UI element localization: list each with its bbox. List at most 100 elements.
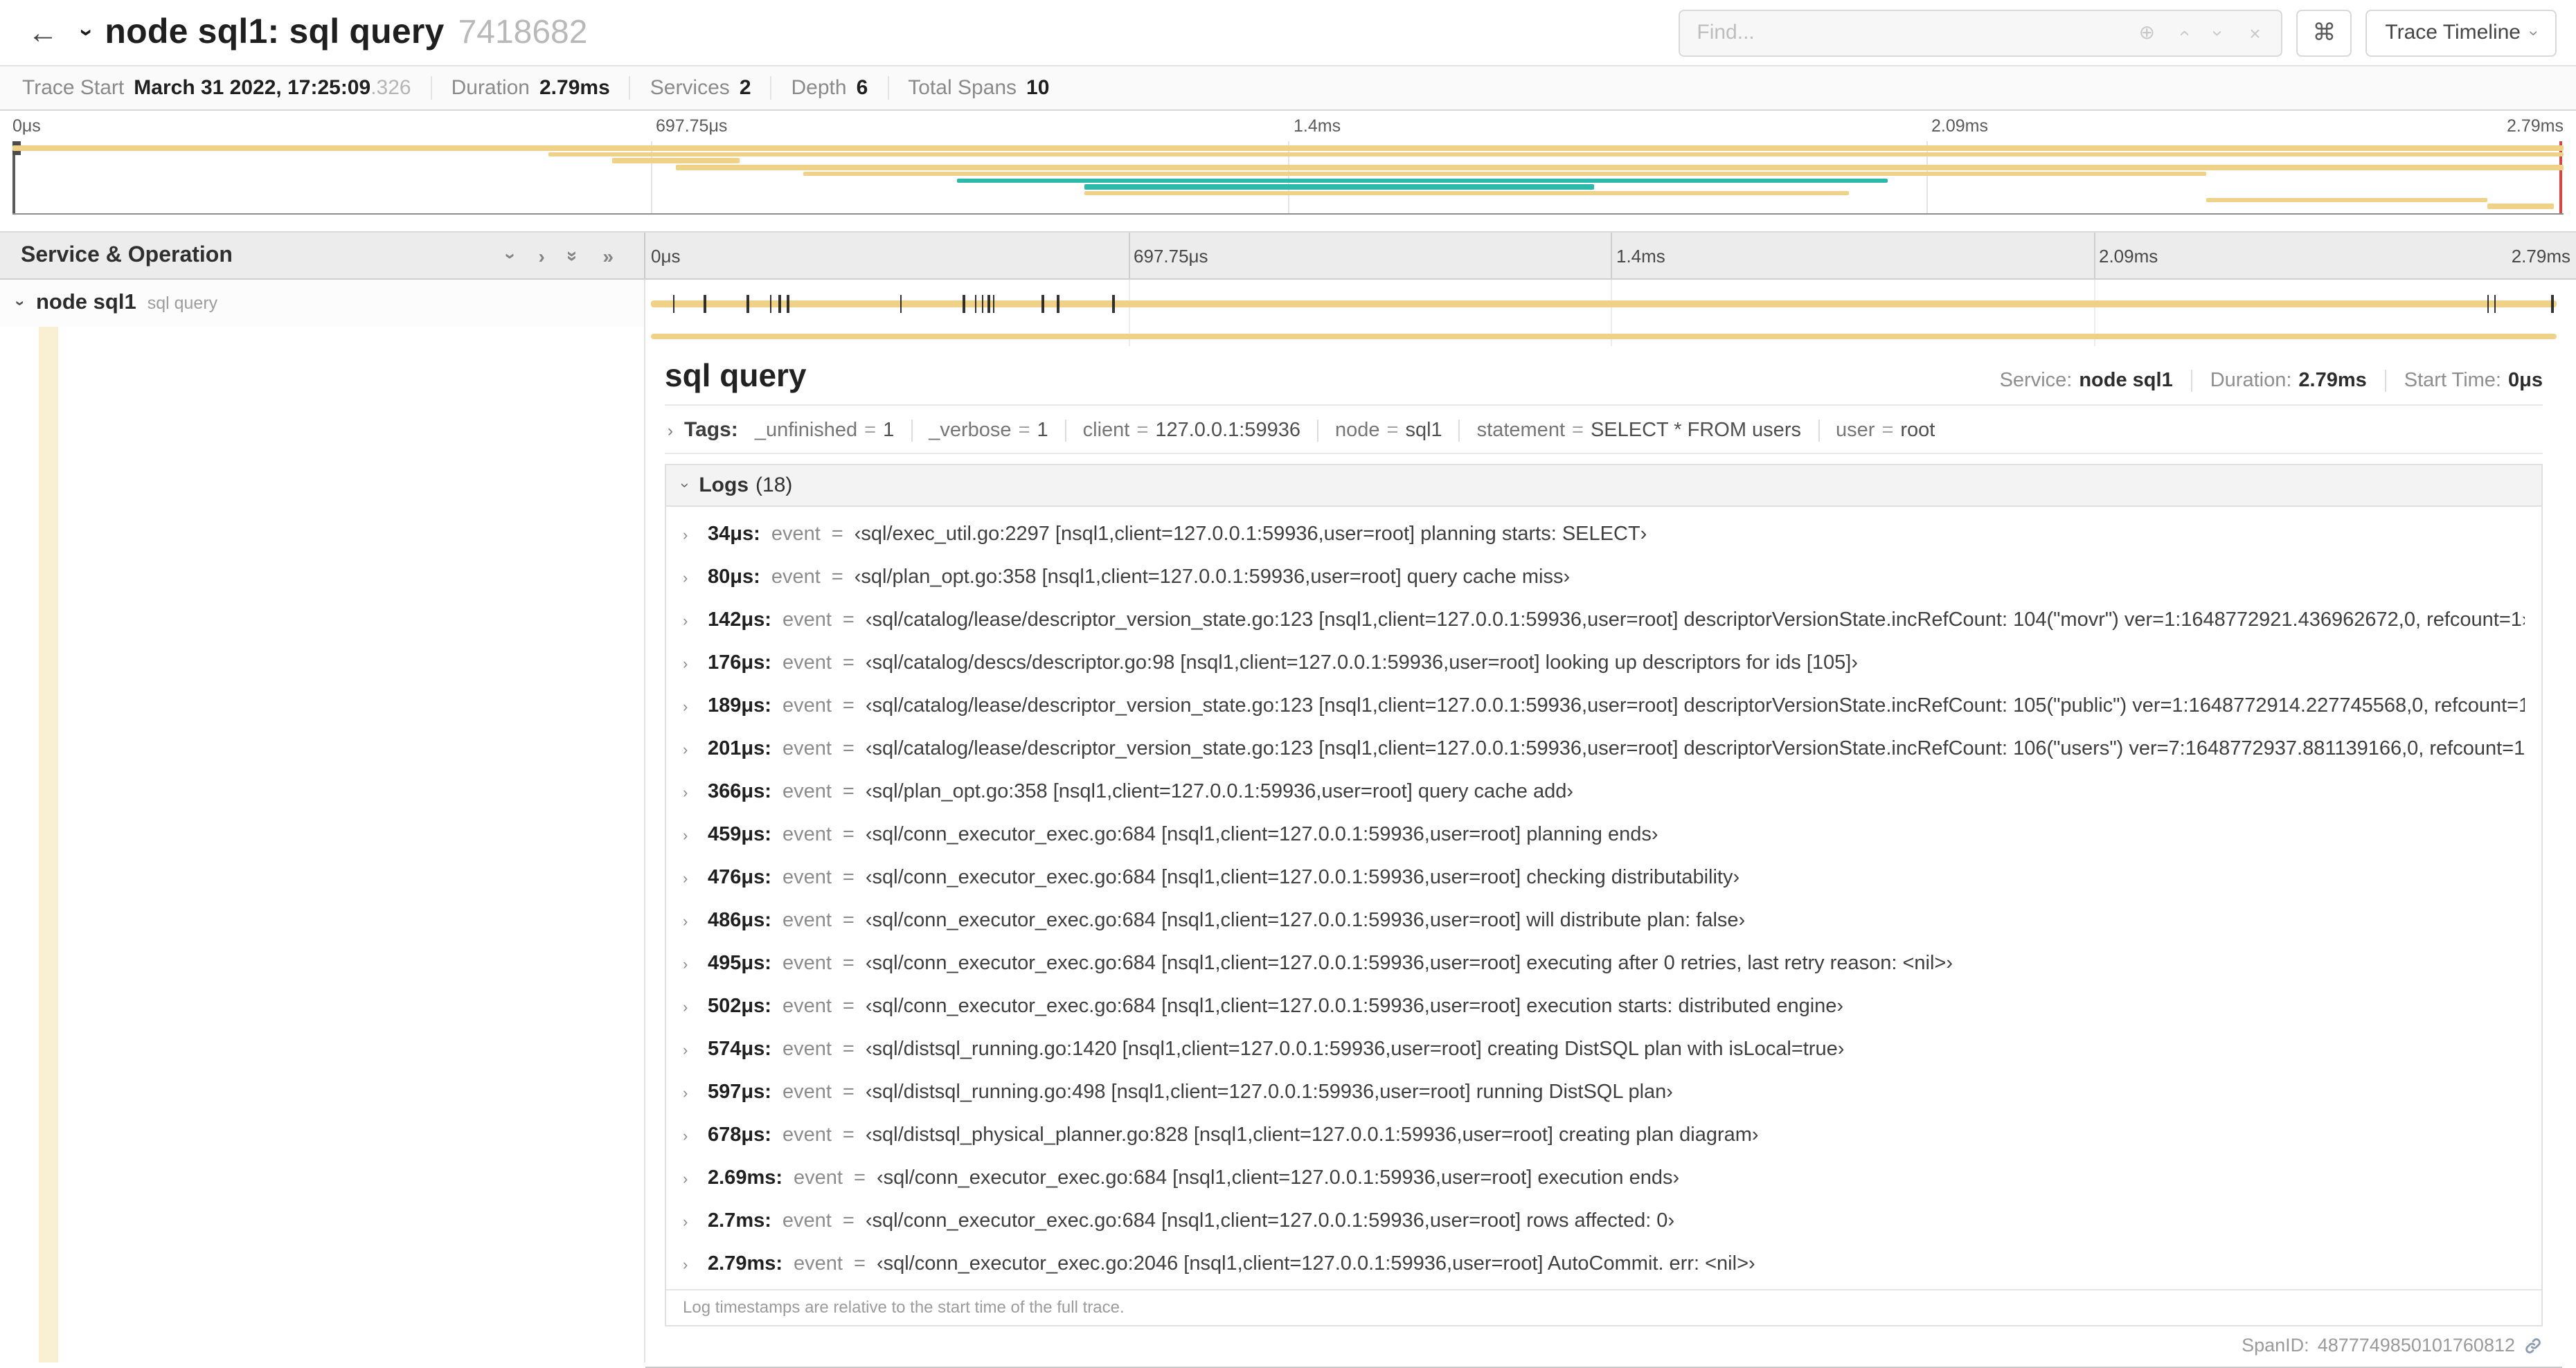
chevron-right-icon: › (683, 656, 688, 672)
log-field-name: event (771, 523, 821, 545)
log-entry[interactable]: › 2.69ms: event = ‹sql/conn_executor_exec.go… (683, 1156, 2525, 1199)
log-entry[interactable]: › 80μs: event = ‹sql/plan_opt.go:358 [nsql1,… (683, 555, 2525, 598)
find-group: ⊕ › › × (1679, 9, 2283, 56)
detail-row-bar-strip (645, 327, 2576, 346)
tag-equals: = (864, 419, 877, 441)
clear-find-icon[interactable]: × (2237, 21, 2273, 44)
duration-label: Duration: (2210, 370, 2292, 392)
summary-item-suffix: .326 (370, 76, 411, 100)
log-entry[interactable]: › 678μs: event = ‹sql/distsql_physical_plann… (683, 1113, 2525, 1156)
log-marker-tick (992, 295, 995, 313)
tag-key: node (1334, 419, 1380, 441)
logs-label: Logs (699, 474, 749, 497)
log-entry[interactable]: › 34μs: event = ‹sql/exec_util.go:2297 [nsql… (683, 512, 2525, 555)
log-entries: › 34μs: event = ‹sql/exec_util.go:2297 [nsql… (666, 507, 2541, 1289)
log-value: ‹sql/conn_executor_exec.go:684 [nsql1,cl… (865, 952, 1953, 974)
span-id-label: SpanID: (2242, 1335, 2309, 1356)
trace-minimap: 0μs 697.75μs 1.4ms 2.09ms 2.79ms (0, 111, 2576, 215)
trace-viewer-page: ← › node sql1: sql query 7418682 ⊕ › › ×… (0, 0, 2576, 1368)
tags-section[interactable]: › Tags: _unfinished = 1 _verbose = 1 client = 12… (665, 406, 2543, 454)
chevron-right-icon: › (683, 827, 688, 844)
tag-value: 127.0.0.1:59936 (1155, 419, 1300, 441)
log-entry[interactable]: › 176μs: event = ‹sql/catalog/descs/descript… (683, 641, 2525, 684)
logs-footnote: Log timestamps are relative to the start… (666, 1289, 2541, 1325)
log-entry[interactable]: › 476μs: event = ‹sql/conn_executor_exec.go:… (683, 856, 2525, 899)
logs-header[interactable]: › Logs (18) (666, 465, 2541, 507)
log-entry[interactable]: › 2.79ms: event = ‹sql/conn_executor_exec.go… (683, 1242, 2525, 1285)
chevron-right-icon: › (683, 1042, 688, 1059)
match-focus-icon[interactable]: ⊕ (2129, 21, 2165, 44)
tag-item[interactable]: _unfinished = 1 (755, 419, 894, 441)
log-timestamp: 2.69ms: (708, 1167, 783, 1189)
find-input[interactable] (1680, 10, 2129, 55)
log-timestamp: 142μs: (708, 609, 771, 631)
tag-item[interactable]: user = root (1818, 419, 1935, 441)
log-value: ‹sql/distsql_physical_planner.go:828 [ns… (865, 1124, 1759, 1146)
span-operation-name: sql query (147, 294, 218, 313)
log-timestamp: 476μs: (708, 866, 771, 888)
log-field-name: event (782, 995, 832, 1017)
detail-span-bar[interactable] (651, 334, 2557, 339)
tag-equals: = (1386, 419, 1399, 441)
log-entry[interactable]: › 502μs: event = ‹sql/conn_executor_exec.go:… (683, 984, 2525, 1027)
log-entry[interactable]: › 142μs: event = ‹sql/catalog/lease/descript… (683, 598, 2525, 641)
log-field-name: event (782, 823, 832, 845)
tag-value: 1 (1037, 419, 1048, 441)
expand-all-icon[interactable]: » (602, 246, 614, 265)
copy-link-icon[interactable] (2523, 1335, 2543, 1355)
span-collapse-chevron-icon[interactable]: › (11, 300, 30, 306)
trace-view-selector[interactable]: Trace Timeline › (2365, 9, 2557, 56)
tag-item[interactable]: _verbose = 1 (911, 419, 1048, 441)
back-button[interactable]: ← (19, 17, 66, 48)
log-field-name: event (782, 1038, 832, 1060)
summary-item: Duration 2.79ms (430, 76, 629, 100)
chevron-right-icon: › (683, 913, 688, 930)
log-marker-tick (704, 295, 706, 313)
log-entry[interactable]: › 366μs: event = ‹sql/plan_opt.go:358 [nsql1… (683, 770, 2525, 813)
trace-view-selector-label: Trace Timeline (2385, 21, 2521, 44)
tag-key: _unfinished (754, 419, 858, 441)
log-value: ‹sql/catalog/descs/descriptor.go:98 [nsq… (865, 651, 1858, 674)
chevron-right-icon: › (683, 1214, 688, 1230)
expand-one-icon[interactable]: › (538, 246, 544, 265)
chevron-right-icon: › (683, 570, 688, 586)
log-timestamp: 597μs: (708, 1081, 771, 1103)
log-entry[interactable]: › 495μs: event = ‹sql/conn_executor_exec.go:… (683, 942, 2525, 984)
chevron-right-icon: › (683, 741, 688, 758)
log-value: ‹sql/distsql_running.go:498 [nsql1,clien… (865, 1081, 1673, 1103)
duration-value: 2.79ms (2298, 370, 2367, 392)
prev-match-icon[interactable]: › (2172, 15, 2194, 51)
log-entry[interactable]: › 486μs: event = ‹sql/conn_executor_exec.go:… (683, 899, 2525, 942)
span-tree-row[interactable]: › node sql1 sql query (0, 280, 644, 327)
log-entry[interactable]: › 597μs: event = ‹sql/distsql_running.go:498… (683, 1070, 2525, 1113)
tag-item[interactable]: statement = SELECT * FROM users (1458, 419, 1801, 441)
log-entry[interactable]: › 459μs: event = ‹sql/conn_executor_exec.go:… (683, 813, 2525, 856)
trace-collapse-chevron-icon[interactable]: › (74, 28, 100, 36)
summary-item-value: 2.79ms (539, 76, 610, 100)
minimap-canvas[interactable] (12, 141, 2564, 215)
collapse-one-icon[interactable]: › (501, 252, 523, 258)
chevron-right-icon: › (683, 956, 688, 973)
log-field-name: event (782, 737, 832, 759)
summary-item: Total Spans 10 (887, 76, 1068, 100)
next-match-icon[interactable]: › (2208, 15, 2230, 51)
collapse-all-icon[interactable]: » (563, 250, 585, 261)
tag-item[interactable]: client = 127.0.0.1:59936 (1064, 419, 1300, 441)
log-entry[interactable]: › 2.7ms: event = ‹sql/conn_executor_exec.go:… (683, 1199, 2525, 1242)
log-entry[interactable]: › 574μs: event = ‹sql/distsql_running.go:142… (683, 1027, 2525, 1070)
log-entry[interactable]: › 189μs: event = ‹sql/catalog/lease/descript… (683, 684, 2525, 727)
log-equals: = (854, 1252, 866, 1275)
minimap-left-scrubber[interactable] (12, 141, 21, 213)
log-timestamp: 2.7ms: (708, 1209, 771, 1232)
tag-item[interactable]: node = sql1 (1316, 419, 1442, 441)
timeline-tick-label: 0μs (651, 245, 681, 266)
back-arrow-icon: ← (28, 15, 58, 49)
minimap-tick-label: 1.4ms (1294, 116, 1341, 136)
keyboard-shortcuts-button[interactable]: ⌘ (2296, 9, 2352, 56)
log-field-name: event (782, 866, 832, 888)
log-equals: = (842, 1124, 855, 1146)
span-duration-bar[interactable] (651, 300, 2557, 307)
log-entry[interactable]: › 201μs: event = ‹sql/catalog/lease/descript… (683, 727, 2525, 770)
minimap-span-bar (956, 178, 1888, 183)
span-bar-row[interactable] (645, 280, 2576, 327)
